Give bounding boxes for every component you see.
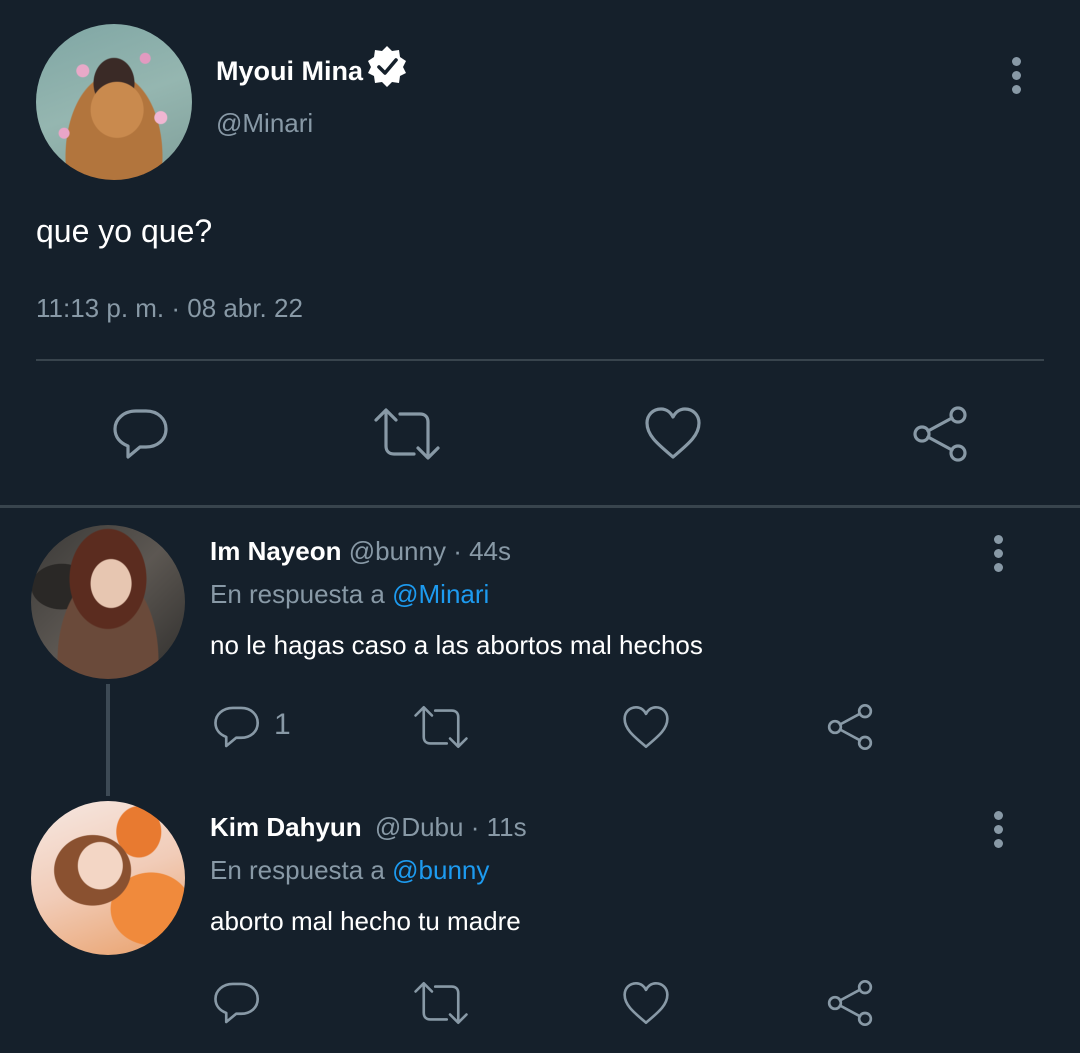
reply-context: En respuesta a @bunny: [210, 855, 489, 886]
reply-icon[interactable]: [112, 405, 170, 463]
reply-time: · 11s: [470, 812, 527, 842]
reply-context-label: En respuesta a: [210, 579, 385, 609]
tweet-text: que yo que?: [36, 213, 213, 249]
reply-author-handle[interactable]: @Dubu: [375, 812, 464, 842]
reply-context: En respuesta a @Minari: [210, 579, 489, 610]
reply-icon[interactable]: [213, 703, 261, 751]
tweet-timestamp: 11:13 p. m. · 08 abr. 22: [36, 293, 303, 323]
reply-icon[interactable]: [213, 979, 261, 1027]
reply-author-handle[interactable]: @bunny: [349, 536, 446, 566]
section-divider: [0, 505, 1080, 508]
like-icon[interactable]: [643, 405, 703, 461]
retweet-icon[interactable]: [412, 980, 470, 1026]
retweet-icon[interactable]: [412, 704, 470, 750]
divider: [36, 359, 1044, 361]
thread-connector-line: [106, 684, 110, 796]
author-handle[interactable]: @Minari: [216, 108, 313, 139]
reply-header: Kim Dahyun @Dubu · 11s: [210, 812, 527, 843]
reply-author-name[interactable]: Kim Dahyun: [210, 812, 362, 842]
reply-text: no le hagas caso a las abortos mal hecho…: [210, 630, 703, 660]
reply-time: · 44s: [453, 536, 512, 566]
mention-link[interactable]: @Minari: [392, 579, 489, 609]
share-icon[interactable]: [825, 978, 875, 1028]
verified-badge-icon: [368, 46, 406, 87]
reply-text: aborto mal hecho tu madre: [210, 906, 521, 936]
more-options-icon[interactable]: [1012, 57, 1022, 99]
avatar-dahyun[interactable]: [31, 801, 185, 955]
more-options-icon[interactable]: [994, 535, 1004, 577]
like-icon[interactable]: [621, 704, 671, 750]
like-icon[interactable]: [621, 980, 671, 1026]
avatar-mina[interactable]: [36, 24, 192, 180]
reply-count: 1: [274, 708, 291, 741]
retweet-icon[interactable]: [372, 406, 442, 462]
mention-link[interactable]: @bunny: [392, 855, 489, 885]
author-name[interactable]: Myoui Mina: [216, 56, 363, 87]
reply-header: Im Nayeon @bunny · 44s: [210, 536, 511, 567]
more-options-icon[interactable]: [994, 811, 1004, 853]
reply-author-name[interactable]: Im Nayeon: [210, 536, 342, 566]
share-icon[interactable]: [825, 702, 875, 752]
reply-context-label: En respuesta a: [210, 855, 385, 885]
avatar-nayeon[interactable]: [31, 525, 185, 679]
share-icon[interactable]: [910, 404, 970, 464]
